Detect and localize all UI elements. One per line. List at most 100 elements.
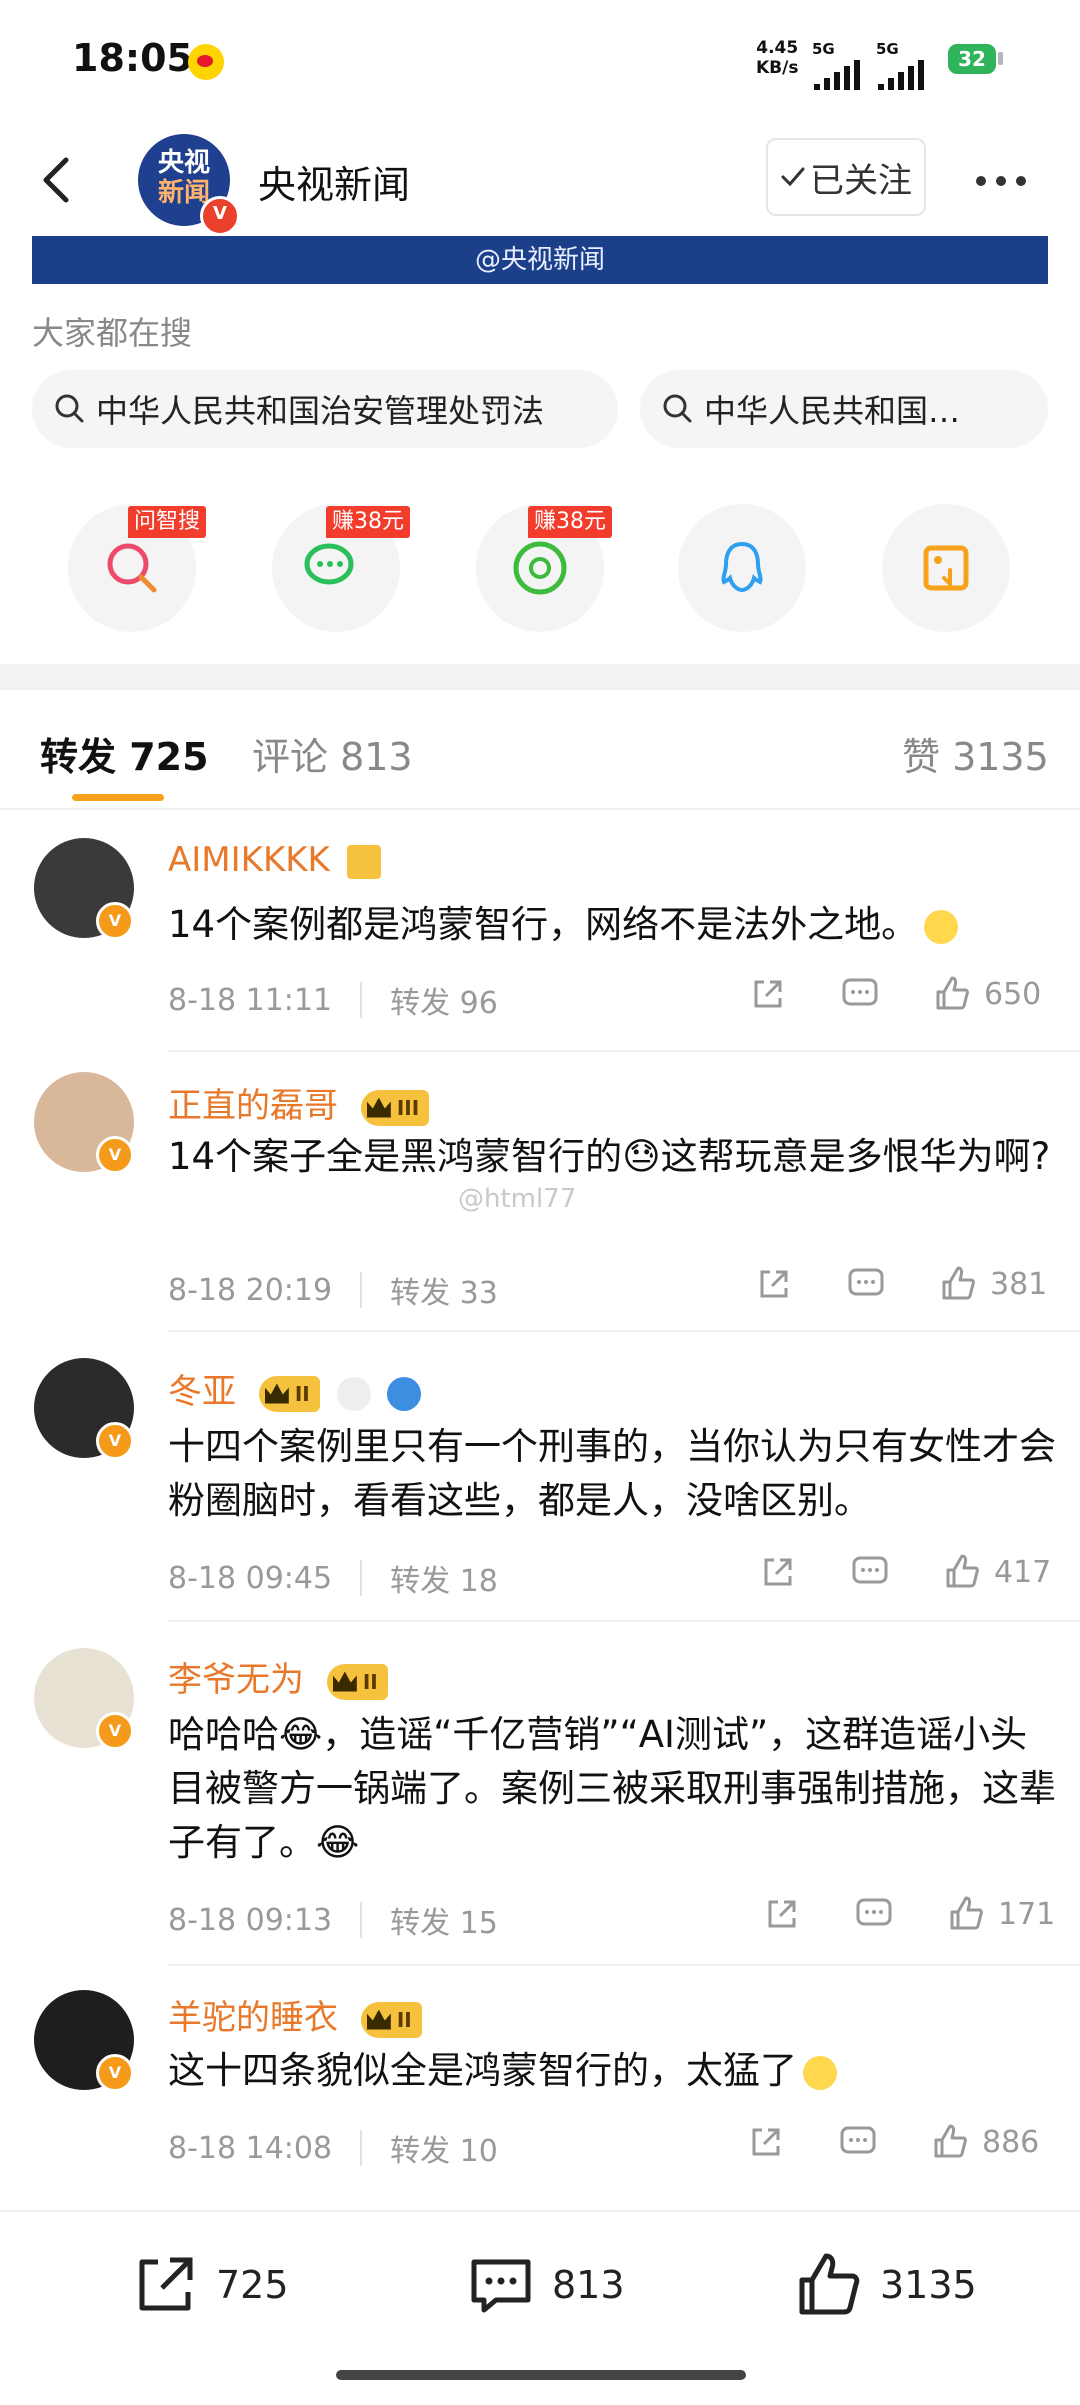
signal-bars-1-icon bbox=[814, 60, 860, 90]
banner-text: @央视新闻 bbox=[474, 245, 605, 275]
follow-button[interactable]: 已关注 bbox=[766, 138, 926, 216]
network-speed-unit: KB/s bbox=[756, 58, 799, 78]
share-tag-wechat: 赚38元 bbox=[326, 506, 410, 538]
search-icon bbox=[663, 394, 692, 423]
repost-text: 十四个案例里只有一个刑事的，当你认为只有女性才会粉圈脑时，看看这些，都是人，没啥… bbox=[168, 1425, 1056, 1522]
bottom-repost-count: 725 bbox=[216, 2263, 289, 2307]
share-save-image-button[interactable] bbox=[882, 504, 1010, 632]
share-icon[interactable] bbox=[748, 974, 788, 1014]
search-chip-1[interactable]: 中华人民共和国治安管理处罚法 bbox=[32, 370, 618, 448]
repost-meta: 8-18 09:13 转发 15 bbox=[168, 1898, 498, 1942]
bottom-comment-count: 813 bbox=[552, 2263, 625, 2307]
repost-count[interactable]: 转发 33 bbox=[390, 1268, 498, 1312]
repost-count[interactable]: 转发 15 bbox=[390, 1898, 498, 1942]
repost-text: 这十四条貌似全是鸿蒙智行的，太猛了 bbox=[168, 2044, 1058, 2098]
repost-text-content: 这十四条貌似全是鸿蒙智行的，太猛了 bbox=[168, 2049, 797, 2092]
like-icon[interactable] bbox=[932, 974, 972, 1014]
repost-actions: 381 bbox=[754, 1264, 1047, 1304]
more-dot-icon bbox=[976, 176, 986, 186]
verified-badge-icon: V bbox=[96, 1712, 134, 1750]
repost-meta: 8-18 14:08 转发 10 bbox=[168, 2126, 498, 2170]
user-name[interactable]: 羊驼的睡衣 II bbox=[168, 1990, 422, 2039]
post-time: 8-18 14:08 bbox=[168, 2130, 333, 2166]
search-chip-label: 中华人民共和国… bbox=[704, 392, 961, 430]
post-time: 8-18 09:13 bbox=[168, 1902, 333, 1938]
user-name-text: AIMIKKKK bbox=[168, 840, 330, 880]
check-icon bbox=[781, 167, 805, 187]
like-icon[interactable] bbox=[946, 1894, 986, 1934]
verified-badge-icon: V bbox=[96, 902, 134, 940]
post-image-banner[interactable]: @央视新闻 bbox=[32, 236, 1048, 284]
comment-icon bbox=[471, 2259, 531, 2313]
repost-text: 14个案子全是黑鸿蒙智行的😓这帮玩意是多恨华为啊? bbox=[168, 1135, 1051, 1178]
status-bar: 18:05 4.45 KB/s 5G 5G 32 bbox=[0, 0, 1080, 120]
crown-badge-icon: III bbox=[360, 1089, 430, 1126]
share-tag-ai: 问智搜 bbox=[128, 506, 207, 538]
share-icon bbox=[139, 2257, 193, 2311]
search-chip-label: 中华人民共和国治安管理处罚法 bbox=[96, 392, 545, 430]
repost-meta: 8-18 11:11 转发 96 bbox=[168, 978, 498, 1022]
search-chip-2[interactable]: 中华人民共和国… bbox=[640, 370, 1048, 448]
home-indicator[interactable] bbox=[336, 2370, 746, 2380]
like-count: 417 bbox=[994, 1554, 1052, 1590]
panda-badge-icon bbox=[336, 1376, 371, 1411]
item-divider bbox=[168, 1330, 1080, 1332]
network-speed-value: 4.45 bbox=[756, 38, 799, 58]
tab-reposts[interactable]: 转发 725 bbox=[40, 726, 209, 781]
repost-text-content: 14个案例都是鸿蒙智行，网络不是法外之地。 bbox=[168, 903, 919, 946]
user-name-text: 冬亚 bbox=[168, 1372, 236, 1412]
section-divider bbox=[0, 664, 1080, 690]
tab-comments[interactable]: 评论 813 bbox=[252, 726, 413, 781]
signal-bars-2-icon bbox=[878, 60, 924, 90]
status-time: 18:05 bbox=[72, 36, 193, 80]
like-count: 171 bbox=[998, 1896, 1056, 1932]
network-speed: 4.45 KB/s bbox=[756, 38, 798, 78]
post-time: 8-18 20:19 bbox=[168, 1272, 333, 1308]
emoji-icon bbox=[924, 909, 959, 944]
bottom-like-count: 3135 bbox=[880, 2263, 977, 2307]
post-time: 8-18 09:45 bbox=[168, 1560, 333, 1596]
share-icon[interactable] bbox=[762, 1894, 802, 1934]
like-count: 650 bbox=[984, 976, 1042, 1012]
trending-search-hint: 大家都在搜 bbox=[32, 314, 193, 352]
repost-actions: 886 bbox=[746, 2122, 1039, 2162]
repost-count[interactable]: 转发 96 bbox=[390, 978, 498, 1022]
user-name[interactable]: 李爷无为 II bbox=[168, 1652, 388, 1701]
share-icon[interactable] bbox=[758, 1552, 798, 1592]
repost-text: 哈哈哈😂，造谣“千亿营销”“AI测试”，这群造谣小头目被警方一锅端了。案例三被采… bbox=[168, 1713, 1056, 1864]
user-name[interactable]: 正直的磊哥 III bbox=[168, 1078, 430, 1127]
comment-icon[interactable] bbox=[850, 1552, 890, 1592]
comment-icon[interactable] bbox=[838, 2122, 878, 2162]
like-icon bbox=[799, 2253, 860, 2315]
crown-badge-icon: II bbox=[326, 1663, 388, 1700]
verified-badge-icon: V bbox=[200, 196, 240, 236]
user-name-text: 正直的磊哥 bbox=[168, 1086, 338, 1126]
like-icon[interactable] bbox=[942, 1552, 982, 1592]
search-icon bbox=[55, 394, 84, 423]
item-divider bbox=[168, 1620, 1080, 1622]
bottom-like-button[interactable]: 3135 bbox=[794, 2250, 977, 2320]
repost-count[interactable]: 转发 18 bbox=[390, 1556, 498, 1600]
share-icon[interactable] bbox=[746, 2122, 786, 2162]
comment-icon[interactable] bbox=[846, 1264, 886, 1304]
comment-icon[interactable] bbox=[854, 1894, 894, 1934]
share-icon[interactable] bbox=[754, 1264, 794, 1304]
weibo-notification-icon bbox=[188, 44, 224, 80]
more-options-button[interactable] bbox=[976, 176, 1026, 186]
account-name[interactable]: 央视新闻 bbox=[258, 154, 410, 209]
back-button[interactable] bbox=[30, 150, 90, 210]
repost-meta: 8-18 20:19 转发 33 bbox=[168, 1268, 498, 1312]
bottom-comment-button[interactable]: 813 bbox=[466, 2250, 625, 2320]
tab-likes[interactable]: 赞 3135 bbox=[902, 726, 1049, 781]
user-name[interactable]: AIMIKKKK bbox=[168, 840, 381, 880]
share-qq-button[interactable] bbox=[678, 504, 806, 632]
repost-count[interactable]: 转发 10 bbox=[390, 2126, 498, 2170]
like-icon[interactable] bbox=[938, 1264, 978, 1304]
comment-icon[interactable] bbox=[840, 974, 880, 1014]
user-name[interactable]: 冬亚 II bbox=[168, 1364, 422, 1413]
save-image-icon bbox=[923, 545, 969, 591]
user-name-text: 羊驼的睡衣 bbox=[168, 1998, 338, 2038]
verified-badge-icon: V bbox=[96, 1136, 134, 1174]
bottom-repost-button[interactable]: 725 bbox=[130, 2250, 289, 2320]
like-icon[interactable] bbox=[930, 2122, 970, 2162]
